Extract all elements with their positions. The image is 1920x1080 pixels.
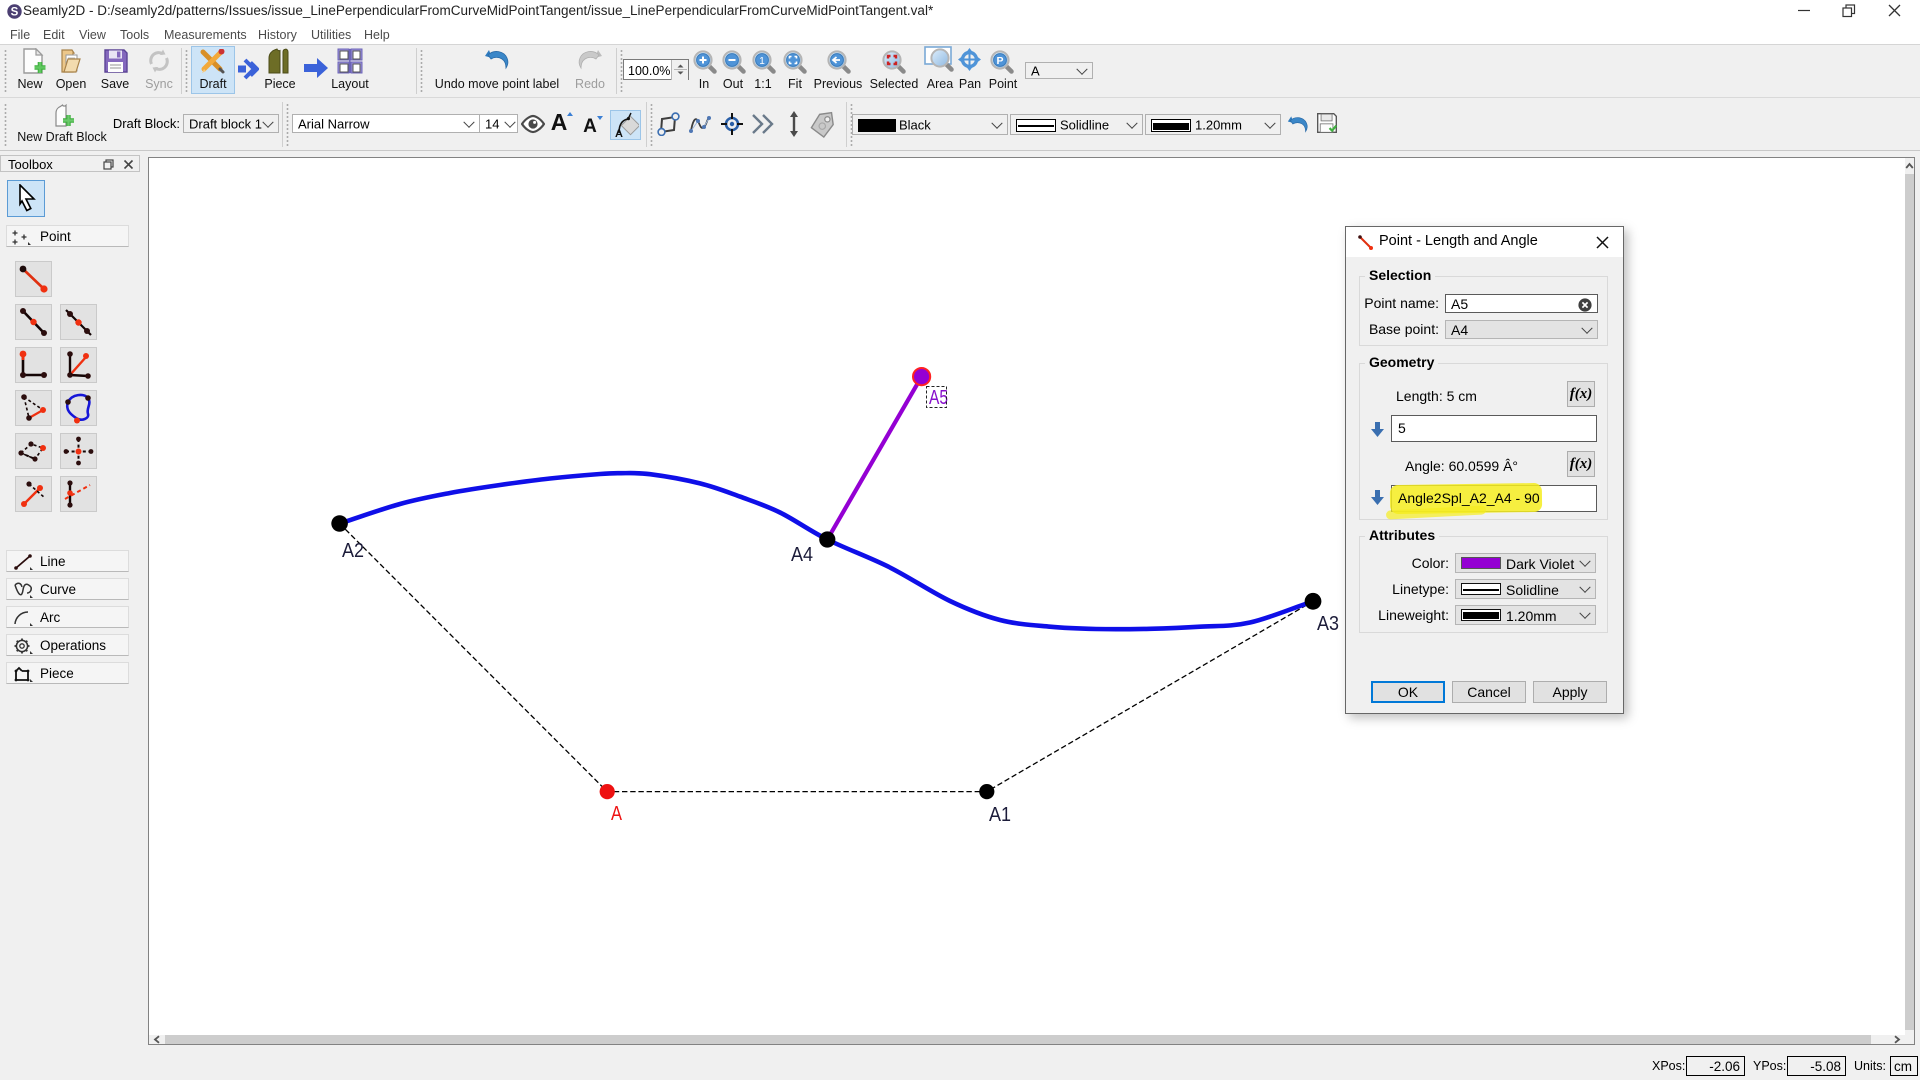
svg-text:A: A <box>615 128 623 138</box>
svg-text:1: 1 <box>759 56 765 67</box>
svg-text:A: A <box>611 803 623 825</box>
svg-text:A5: A5 <box>929 387 948 409</box>
svg-text:P: P <box>996 55 1003 67</box>
svg-text:A: A <box>551 109 567 135</box>
svg-text:A1: A1 <box>989 804 1011 826</box>
svg-text:A3: A3 <box>1317 613 1339 635</box>
svg-text:A4: A4 <box>791 544 813 566</box>
svg-text:S: S <box>11 7 19 19</box>
svg-text:A: A <box>583 116 597 137</box>
svg-text:A2: A2 <box>342 540 364 562</box>
